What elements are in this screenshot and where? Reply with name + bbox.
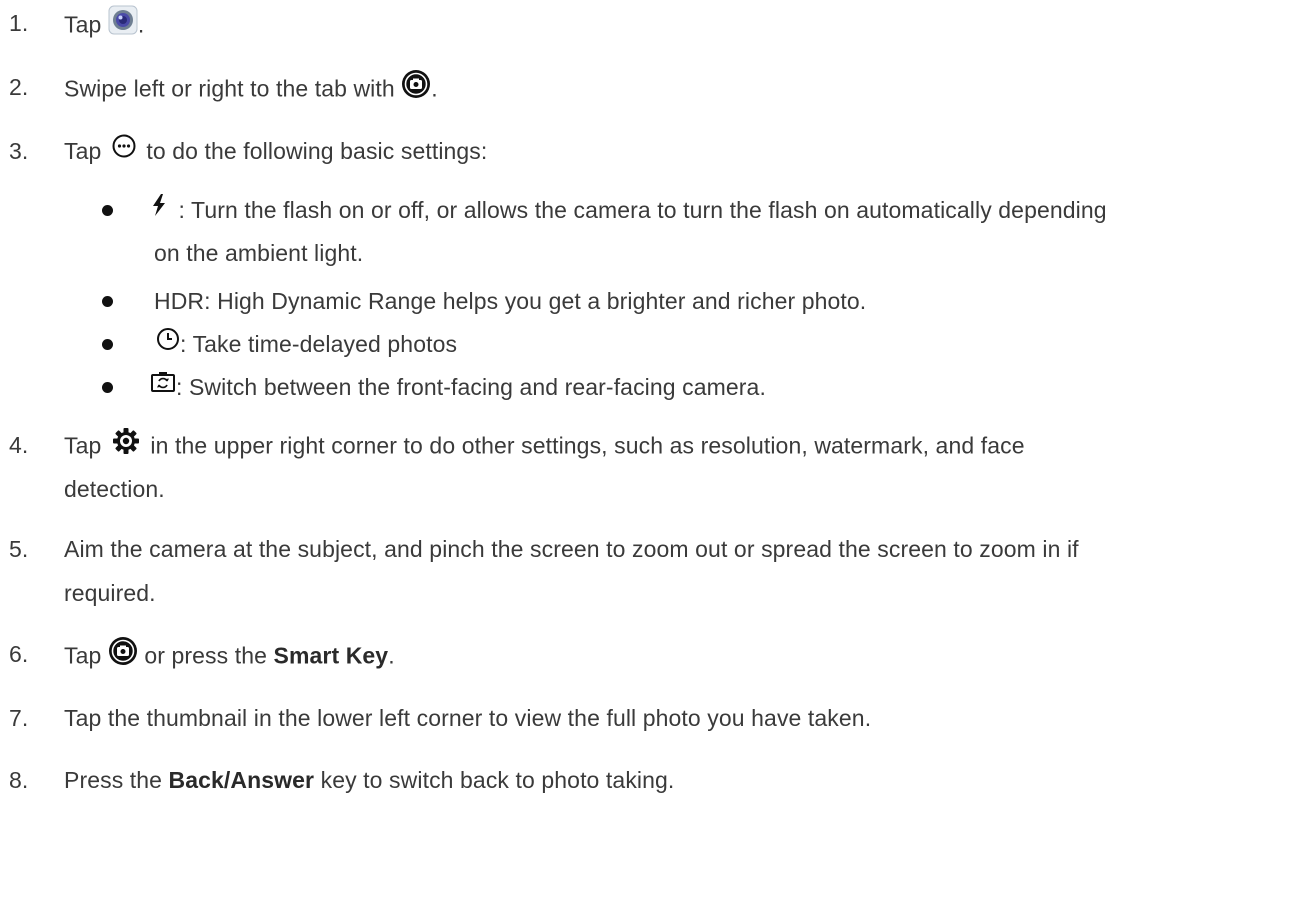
- flash-icon: [146, 192, 172, 225]
- back-answer-label: Back/Answer: [168, 767, 315, 793]
- step-number: 4.: [9, 432, 29, 458]
- more-options-icon: [112, 134, 136, 165]
- step-number: 5.: [9, 536, 29, 562]
- bullet-text-cont: on the ambient light.: [154, 240, 364, 266]
- step-number: 8.: [9, 767, 29, 793]
- timer-icon: [156, 327, 180, 358]
- step-text-end: .: [388, 642, 395, 669]
- step-number: 7.: [9, 705, 29, 731]
- camera-app-icon: [108, 5, 138, 42]
- bullet-dot: [102, 296, 113, 307]
- bullet-text: HDR: High Dynamic Range helps you get a …: [154, 288, 867, 314]
- bullet-dot: [102, 382, 113, 393]
- bullet-dot: [102, 205, 113, 216]
- step-text-end: to do the following basic settings:: [139, 138, 488, 164]
- step-number: 3.: [9, 138, 29, 164]
- step-number: 1.: [9, 10, 29, 36]
- step-number: 6.: [9, 641, 29, 667]
- step-text-end: in the upper right corner to do other se…: [143, 432, 1025, 459]
- step-text: Tap the thumbnail in the lower left corn…: [64, 705, 872, 731]
- bullet-dot: [102, 339, 113, 350]
- camera-shutter-icon: [401, 69, 431, 106]
- step-text-cont: detection.: [64, 476, 165, 502]
- step-text-end: key to switch back to photo taking.: [314, 767, 675, 793]
- step-text: Tap: [64, 642, 108, 669]
- smart-key-label: Smart Key: [273, 642, 389, 669]
- step-text: Aim the camera at the subject, and pinch…: [64, 536, 1079, 562]
- step-text-end: .: [431, 75, 438, 102]
- step-number: 2.: [9, 74, 29, 100]
- bullet-text: : Turn the flash on or off, or allows th…: [172, 197, 1107, 223]
- step-text-cont: required.: [64, 580, 156, 606]
- bullet-text: : Take time-delayed photos: [180, 331, 458, 357]
- step-text: Press the: [64, 767, 169, 793]
- bullet-text: : Switch between the front-facing and re…: [176, 374, 766, 400]
- switch-camera-icon: [150, 370, 176, 401]
- step-text: Tap: [64, 11, 108, 38]
- step-text-end: .: [137, 11, 145, 38]
- camera-shutter-icon: [108, 636, 138, 673]
- step-text: Tap: [64, 432, 108, 459]
- step-text: Swipe left or right to the tab with: [64, 75, 402, 102]
- step-text-mid: or press the: [137, 642, 274, 669]
- gear-icon: [112, 427, 140, 462]
- step-text: Tap: [64, 138, 108, 164]
